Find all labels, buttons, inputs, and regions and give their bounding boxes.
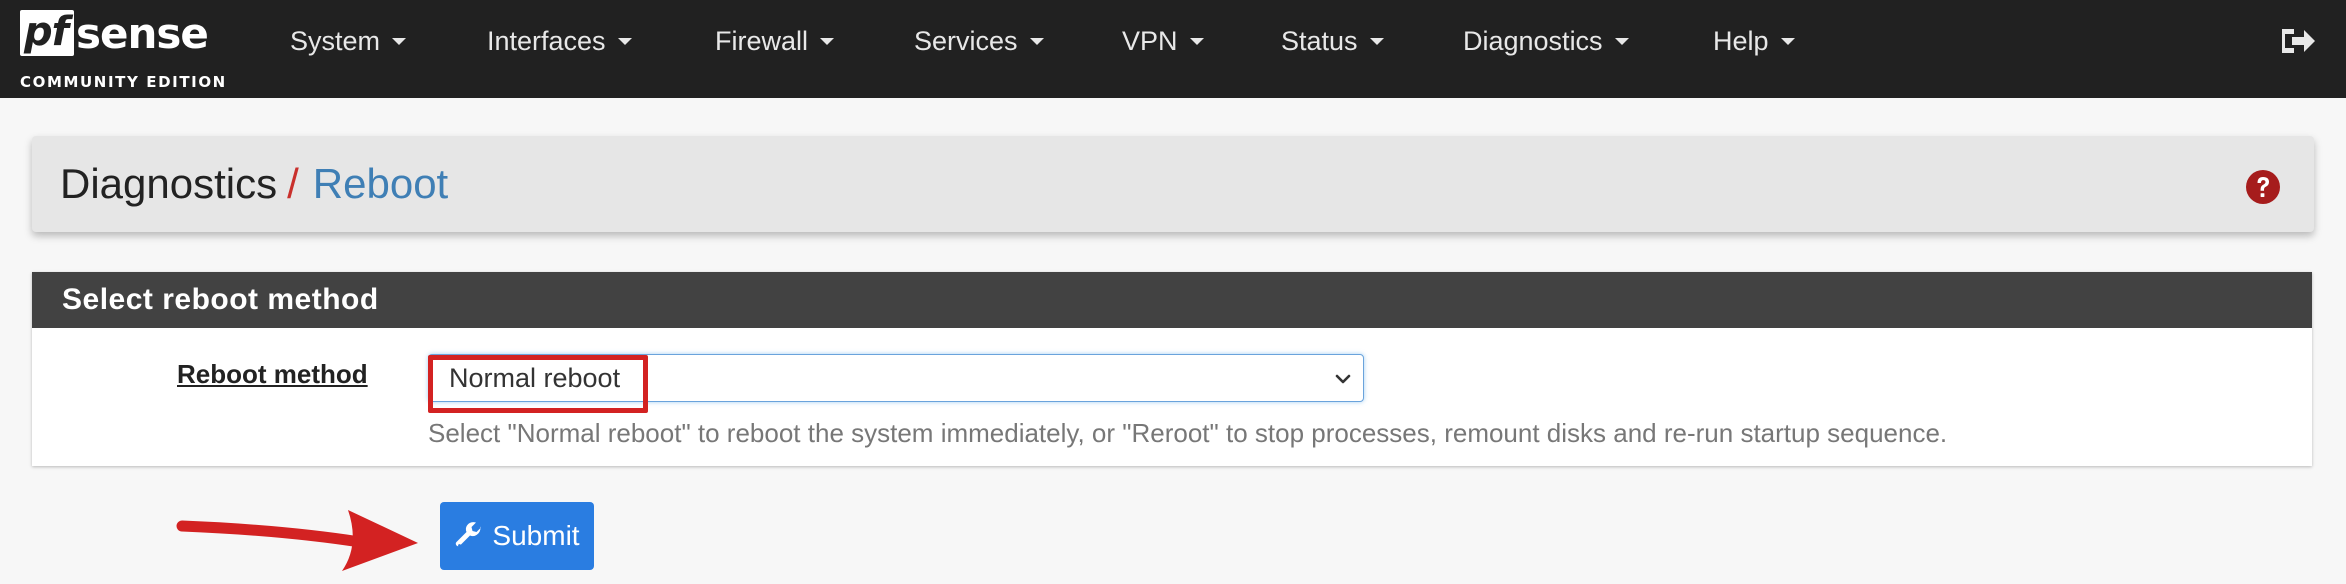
submit-button[interactable]: Submit bbox=[440, 502, 594, 570]
breadcrumb-parent[interactable]: Diagnostics bbox=[60, 160, 277, 207]
sign-out-icon[interactable] bbox=[2278, 24, 2318, 58]
caret-down-icon bbox=[1369, 37, 1384, 45]
question-circle-icon[interactable] bbox=[2246, 170, 2280, 204]
nav-label: Help bbox=[1713, 26, 1769, 56]
logo-prefix: pf bbox=[20, 10, 75, 56]
nav-interfaces[interactable]: Interfaces bbox=[487, 24, 632, 58]
caret-down-icon bbox=[1614, 37, 1629, 45]
nav-help[interactable]: Help bbox=[1713, 24, 1795, 58]
caret-down-icon bbox=[617, 37, 632, 45]
logo-edition: COMMUNITY EDITION bbox=[20, 73, 227, 91]
caret-down-icon bbox=[820, 37, 835, 45]
nav-label: Interfaces bbox=[487, 26, 606, 56]
logo-suffix: sense bbox=[76, 9, 209, 58]
nav-label: VPN bbox=[1122, 26, 1178, 56]
chevron-down-icon bbox=[1335, 374, 1351, 384]
nav-status[interactable]: Status bbox=[1281, 24, 1384, 58]
breadcrumb-current[interactable]: Reboot bbox=[313, 160, 448, 207]
reboot-method-label: Reboot method bbox=[177, 359, 368, 389]
caret-down-icon bbox=[1029, 37, 1044, 45]
wrench-icon bbox=[456, 522, 482, 547]
annotation-arrow bbox=[176, 510, 418, 571]
page-header: Diagnostics / Reboot bbox=[32, 136, 2314, 232]
reboot-method-panel: Select reboot method Reboot method Norma… bbox=[32, 272, 2312, 466]
breadcrumb-separator: / bbox=[287, 160, 299, 207]
breadcrumb: Diagnostics / Reboot bbox=[60, 156, 448, 212]
submit-label: Submit bbox=[492, 520, 580, 551]
nav-system[interactable]: System bbox=[290, 24, 407, 58]
panel-heading: Select reboot method bbox=[32, 272, 2312, 328]
select-value: Normal reboot bbox=[449, 363, 621, 393]
caret-down-icon bbox=[1780, 37, 1795, 45]
logo-wordmark: pf sense bbox=[20, 9, 209, 58]
nav-label: Services bbox=[914, 26, 1018, 56]
reboot-method-select[interactable]: Normal reboot bbox=[428, 354, 1364, 402]
nav-vpn[interactable]: VPN bbox=[1122, 24, 1204, 58]
nav-label: Diagnostics bbox=[1463, 26, 1603, 56]
panel-title: Select reboot method bbox=[62, 283, 379, 316]
nav-diagnostics[interactable]: Diagnostics bbox=[1463, 24, 1629, 58]
top-navbar: pf sense COMMUNITY EDITION System Interf… bbox=[0, 0, 2346, 98]
pfsense-logo[interactable]: pf sense COMMUNITY EDITION bbox=[20, 9, 240, 91]
nav-firewall[interactable]: Firewall bbox=[715, 24, 835, 58]
nav-label: Status bbox=[1281, 26, 1358, 56]
nav-services[interactable]: Services bbox=[914, 24, 1044, 58]
caret-down-icon bbox=[1189, 37, 1204, 45]
nav-label: Firewall bbox=[715, 26, 809, 56]
select-help-text: Select "Normal reboot" to reboot the sys… bbox=[428, 418, 1948, 448]
nav-label: System bbox=[290, 26, 381, 56]
caret-down-icon bbox=[392, 37, 407, 45]
